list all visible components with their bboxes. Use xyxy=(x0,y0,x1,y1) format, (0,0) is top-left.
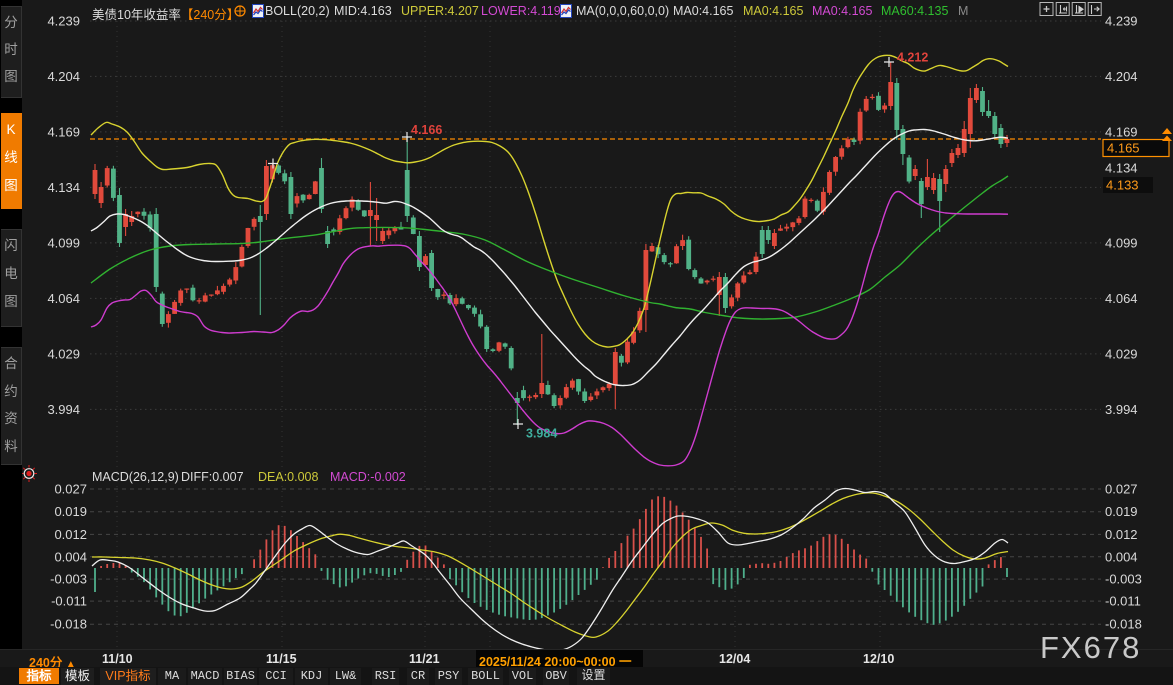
svg-text:3.994: 3.994 xyxy=(47,402,80,417)
svg-text:4.166: 4.166 xyxy=(411,123,442,137)
svg-text:4.169: 4.169 xyxy=(1105,124,1138,139)
svg-text:4.029: 4.029 xyxy=(1105,346,1138,361)
svg-text:4.134: 4.134 xyxy=(47,180,80,195)
svg-text:4.204: 4.204 xyxy=(47,69,80,84)
svg-text:4.165: 4.165 xyxy=(1107,141,1140,156)
svg-text:4.099: 4.099 xyxy=(1105,235,1138,250)
svg-text:-0.018: -0.018 xyxy=(50,617,87,632)
svg-text:4.064: 4.064 xyxy=(47,291,80,306)
svg-text:0.027: 0.027 xyxy=(54,482,87,497)
svg-text:0.012: 0.012 xyxy=(1105,527,1138,542)
svg-text:3.994: 3.994 xyxy=(1105,402,1138,417)
svg-text:0.019: 0.019 xyxy=(1105,504,1138,519)
svg-text:4.064: 4.064 xyxy=(1105,291,1138,306)
svg-text:0.019: 0.019 xyxy=(54,504,87,519)
svg-text:4.099: 4.099 xyxy=(47,235,80,250)
svg-text:4.239: 4.239 xyxy=(1105,14,1138,29)
svg-text:4.204: 4.204 xyxy=(1105,69,1138,84)
svg-text:-0.011: -0.011 xyxy=(1105,594,1141,609)
svg-text:-0.011: -0.011 xyxy=(51,594,87,609)
svg-text:0.004: 0.004 xyxy=(1105,549,1138,564)
svg-text:0.004: 0.004 xyxy=(54,549,87,564)
svg-text:-0.003: -0.003 xyxy=(1105,572,1142,587)
svg-text:4.133: 4.133 xyxy=(1106,178,1139,193)
svg-text:3.984: 3.984 xyxy=(526,427,557,441)
svg-text:4.029: 4.029 xyxy=(47,346,80,361)
svg-text:-0.003: -0.003 xyxy=(50,572,87,587)
svg-text:4.169: 4.169 xyxy=(47,124,80,139)
svg-text:4.212: 4.212 xyxy=(897,51,928,65)
svg-text:0.027: 0.027 xyxy=(1105,482,1138,497)
svg-text:4.239: 4.239 xyxy=(47,14,80,29)
svg-text:4.134: 4.134 xyxy=(1105,161,1138,176)
svg-text:0.012: 0.012 xyxy=(54,527,87,542)
